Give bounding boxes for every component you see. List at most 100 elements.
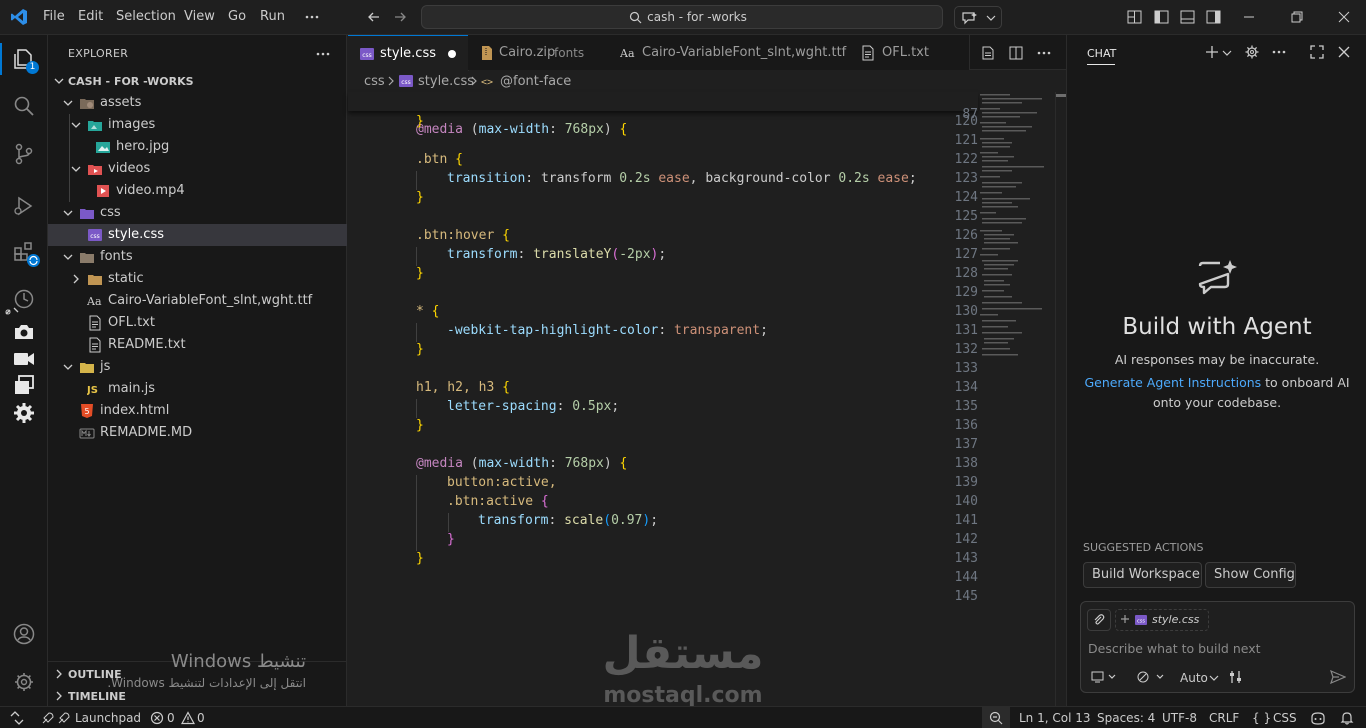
code-line-128[interactable]: 128} [348,266,978,285]
menu-selection[interactable]: Selection [116,9,176,24]
code-line-145[interactable]: 145 [348,589,978,608]
error-count[interactable]: 0 [167,711,175,725]
code-line-120[interactable]: 120} [348,114,978,133]
remote-icon[interactable] [4,306,20,316]
encoding[interactable]: UTF-8 [1162,711,1197,725]
toggle-secondary-sidebar-icon[interactable] [1206,10,1221,24]
code-line-125[interactable]: 125 [348,209,978,228]
tree-folder-js[interactable]: js [48,356,347,378]
end-of-line[interactable]: CRLF [1209,711,1239,725]
gear-icon[interactable] [1245,45,1259,59]
tab-style-css[interactable]: css style.css [348,35,469,71]
code-line-137[interactable]: 137 [348,437,978,456]
tree-file-main-js[interactable]: JS main.js [48,378,347,400]
tools-icon[interactable] [1229,670,1243,684]
tree-folder-videos[interactable]: videos [48,158,347,180]
code-line-138[interactable]: 138 @media (max-width: 768px) { [348,456,978,475]
forward-arrow-icon[interactable] [393,10,407,24]
copilot-icon[interactable] [1310,711,1326,725]
code-line-142[interactable]: 142} [348,532,978,551]
sticky-scroll-line[interactable]: 87 @media (max-width: 768px) { [348,92,978,137]
error-icon[interactable] [150,711,164,725]
project-header[interactable]: CASH - FOR -WORKS [48,70,347,92]
chat-input-box[interactable]: css style.css Describe what to build nex… [1080,601,1355,693]
build-workspace-button[interactable]: Build Workspace [1083,562,1202,588]
more-actions-icon[interactable] [1037,46,1051,60]
code-line-135[interactable]: 135 letter-spacing: 0.5px; [348,399,978,418]
tree-file-index-html[interactable]: 5 index.html [48,400,347,422]
back-arrow-icon[interactable] [367,10,381,24]
more-actions-icon[interactable] [316,47,330,61]
language-braces-icon[interactable]: { } [1252,711,1271,725]
tree-folder-css[interactable]: css [48,202,347,224]
vertical-scrollbar[interactable] [1055,92,1066,706]
code-line-143[interactable]: 143} [348,551,978,570]
model-icon[interactable] [1136,670,1166,684]
settings-icon[interactable] [12,401,36,425]
tab-cairo-font[interactable]: Aa Cairo-VariableFont_slnt,wght.ttf [609,35,850,70]
maximize-icon[interactable] [1310,45,1324,59]
code-line-122[interactable]: 122 .btn { [348,152,978,171]
tree-file-readme[interactable]: README.txt [48,334,347,356]
account-icon[interactable] [12,622,36,646]
minimap[interactable] [972,92,1052,706]
tab-cairo-zip[interactable]: Cairo.zip fonts [468,35,610,70]
code-line-131[interactable]: 131 -webkit-tap-highlight-color: transpar… [348,323,978,342]
code-line-134[interactable]: 134 h1, h2, h3 { [348,380,978,399]
code-line-126[interactable]: 126 .btn:hover { [348,228,978,247]
notifications-bell-icon[interactable] [1340,711,1354,725]
tree-file-remadme[interactable]: REMADME.MD [48,422,347,444]
code-line-141[interactable]: 141 transform: scale(0.97); [348,513,978,532]
warning-icon[interactable] [181,711,195,725]
send-icon[interactable] [1330,670,1346,684]
generate-instructions-link[interactable]: Generate Agent Instructions [1084,375,1261,390]
close-icon[interactable] [1337,45,1351,59]
minimize-icon[interactable] [1242,10,1256,24]
menu-run[interactable]: Run [260,9,285,24]
launchpad-rocket-icon[interactable] [41,711,71,725]
toggle-sidebar-icon[interactable] [1154,10,1169,24]
tree-file-ofl[interactable]: OFL.txt [48,312,347,334]
more-menu-icon[interactable] [305,10,319,24]
context-attachment[interactable]: css style.css [1115,609,1209,631]
restore-icon[interactable] [1290,10,1304,24]
tree-file-video[interactable]: video.mp4 [48,180,347,202]
code-line-129[interactable]: 129 [348,285,978,304]
chevron-down-icon[interactable] [1222,49,1232,57]
run-debug-icon[interactable] [12,194,36,218]
copilot-button[interactable] [954,6,1002,29]
code-line-132[interactable]: 132} [348,342,978,361]
remote-window-icon[interactable] [10,711,24,725]
menu-edit[interactable]: Edit [78,9,103,24]
tree-file-hero[interactable]: hero.jpg [48,136,347,158]
code-line-127[interactable]: 127 transform: translateY(-2px); [348,247,978,266]
chat-placeholder[interactable]: Describe what to build next [1088,641,1261,656]
indentation[interactable]: Spaces: 4 [1097,711,1155,725]
code-line-136[interactable]: 136} [348,418,978,437]
camera-icon[interactable] [12,320,36,344]
command-center-search[interactable]: cash - for -works [421,5,943,29]
code-line-133[interactable]: 133 [348,361,978,380]
breadcrumb-file[interactable]: style.css [418,74,474,89]
search-icon[interactable] [12,94,36,118]
tab-ofl-txt[interactable]: OFL.txt [849,35,970,70]
tree-folder-fonts[interactable]: fonts [48,246,347,268]
scrollbar-thumb[interactable] [1056,94,1066,97]
tree-folder-images[interactable]: images [48,114,347,136]
manage-gear-icon[interactable] [12,670,36,694]
mode-select[interactable]: Auto [1180,671,1208,685]
code-line-140[interactable]: 140 .btn:active { [348,494,978,513]
menu-file[interactable]: File [43,9,65,24]
code-line-144[interactable]: 144 [348,570,978,589]
layout-icon[interactable] [1127,10,1142,24]
chevron-down-icon[interactable] [1209,674,1219,682]
code-area[interactable]: 87 @media (max-width: 768px) { 120} 121 … [348,92,978,702]
close-window-icon[interactable] [1337,10,1351,24]
new-chat-plus-icon[interactable] [1205,45,1219,59]
more-actions-icon[interactable] [1272,45,1286,59]
windows-icon[interactable] [12,373,36,397]
unsaved-dot-icon[interactable] [448,50,456,58]
zoom-indicator[interactable] [982,707,1010,728]
source-control-icon[interactable] [12,142,36,166]
split-editor-icon[interactable] [1009,46,1023,60]
